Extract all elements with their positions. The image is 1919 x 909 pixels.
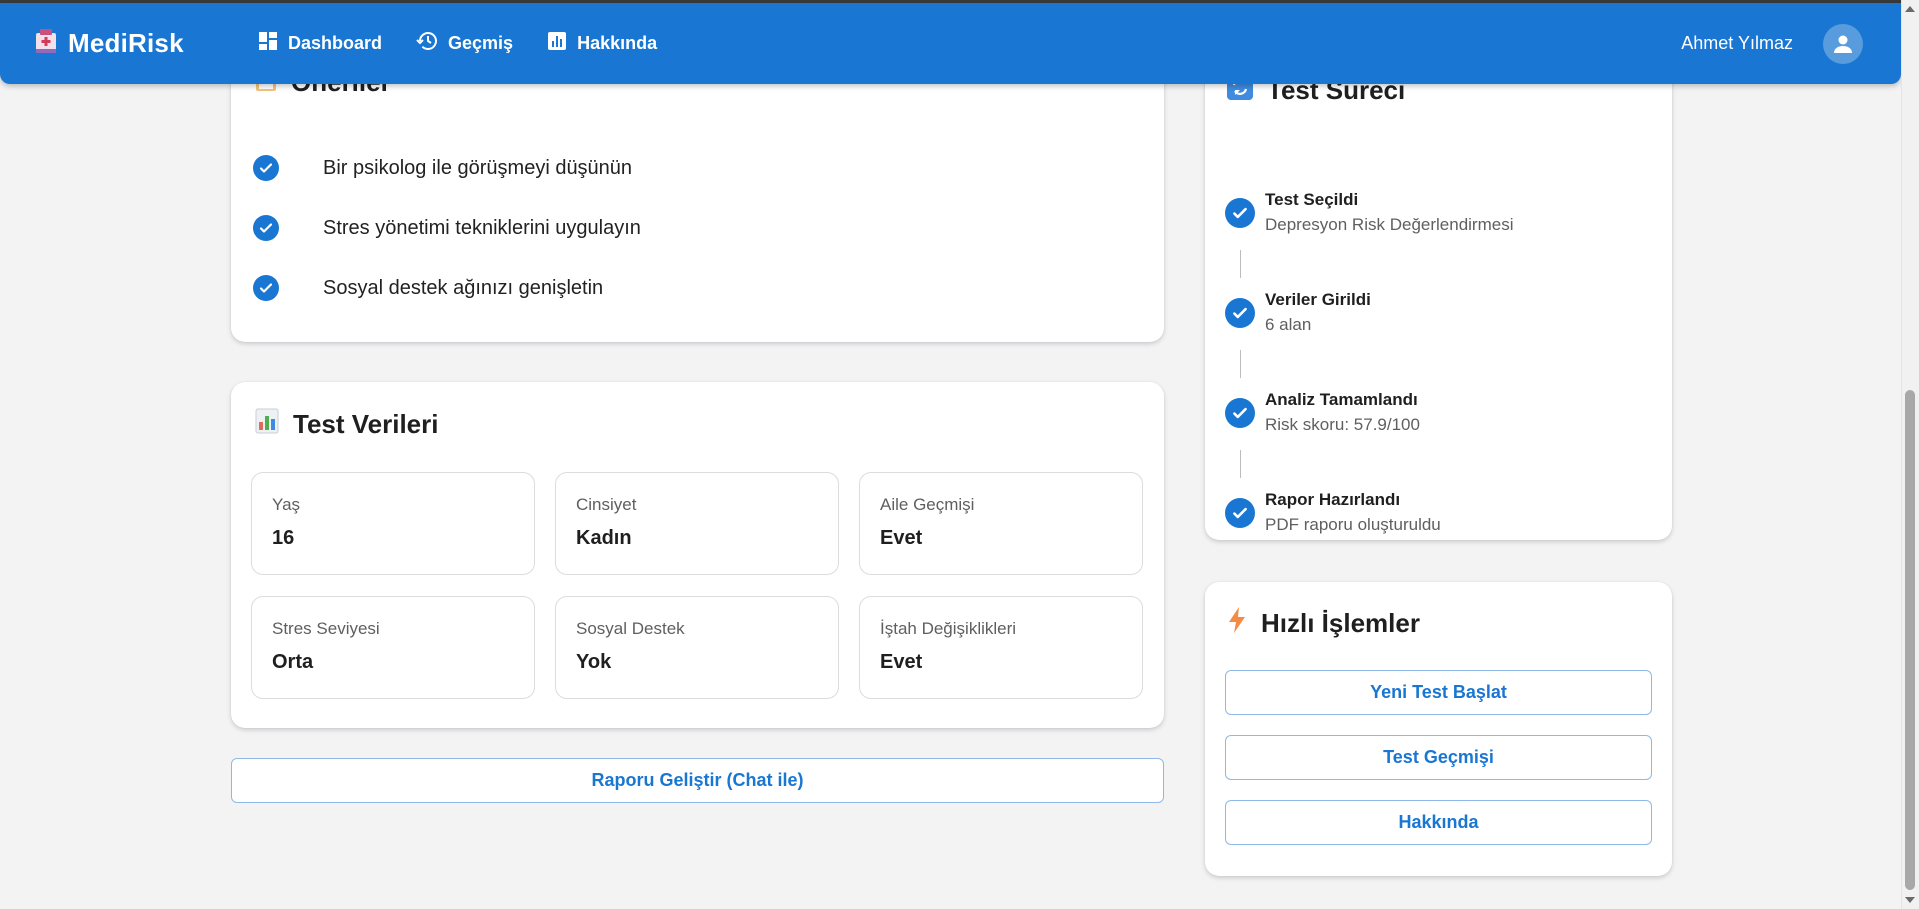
field-value: Evet — [880, 651, 923, 673]
test-history-button[interactable]: Test Geçmişi — [1225, 735, 1652, 780]
step-subtitle: PDF raporu oluşturuldu — [1265, 515, 1441, 534]
step-subtitle: Depresyon Risk Değerlendirmesi — [1265, 215, 1514, 234]
nav-label: Hakkında — [577, 33, 658, 53]
scroll-down-arrow-icon[interactable] — [1905, 897, 1915, 903]
lightning-icon — [1227, 606, 1247, 641]
app-bar: MediRisk Dashboard Geçmiş Hakkında Ahmet… — [0, 3, 1901, 84]
data-field-appetite-changes: İştah Değişiklikleri Evet — [859, 596, 1143, 699]
scroll-up-arrow-icon[interactable] — [1905, 6, 1915, 12]
step-connector — [1240, 350, 1241, 378]
nav-history[interactable]: Geçmiş — [416, 31, 513, 56]
check-circle-icon — [253, 215, 279, 241]
nav-label: Geçmiş — [448, 33, 514, 53]
test-data-grid: Yaş 16 Cinsiyet Kadın Aile Geçmişi Evet … — [251, 472, 1143, 699]
bar-chart-emoji-icon — [255, 408, 279, 441]
about-button[interactable]: Hakkında — [1225, 800, 1652, 845]
user-avatar-icon — [1834, 35, 1852, 53]
field-label: İştah Değişiklikleri — [880, 619, 1017, 638]
test-data-title-text: Test Verileri — [293, 409, 439, 439]
main-nav: Dashboard Geçmiş Hakkında — [258, 3, 691, 84]
history-icon — [416, 31, 438, 56]
quick-actions-card: Hızlı İşlemler Yeni Test Başlat Test Geç… — [1205, 582, 1672, 876]
suggestions-list: Bir psikolog ile görüşmeyi düşünün Stres… — [253, 138, 641, 318]
step-subtitle: 6 alan — [1265, 315, 1312, 334]
test-data-title: Test Verileri — [255, 408, 439, 441]
scrollbar-thumb[interactable] — [1905, 390, 1915, 890]
nav-label: Dashboard — [288, 33, 383, 53]
data-field-family-history: Aile Geçmişi Evet — [859, 472, 1143, 575]
field-label: Sosyal Destek — [576, 619, 685, 638]
bar-chart-icon — [547, 31, 567, 56]
field-value: Yok — [576, 651, 612, 673]
step-title: Rapor Hazırlandı — [1265, 490, 1401, 509]
check-circle-icon — [1225, 398, 1255, 428]
step-connector — [1240, 450, 1241, 478]
step-title: Veriler Girildi — [1265, 290, 1371, 309]
suggestions-card: Öneriler Bir psikolog ile görüşmeyi düşü… — [231, 40, 1164, 342]
field-value: Evet — [880, 527, 923, 549]
new-test-button[interactable]: Yeni Test Başlat — [1225, 670, 1652, 715]
data-field-stress-level: Stres Seviyesi Orta — [251, 596, 535, 699]
suggestion-text: Bir psikolog ile görüşmeyi düşünün — [323, 156, 633, 179]
field-label: Yaş — [272, 495, 301, 514]
data-field-social-support: Sosyal Destek Yok — [555, 596, 839, 699]
dashboard-icon — [258, 31, 278, 56]
suggestion-item: Stres yönetimi tekniklerini uygulayın — [253, 198, 641, 258]
quick-actions-title-text: Hızlı İşlemler — [1261, 608, 1420, 638]
check-circle-icon — [1225, 198, 1255, 228]
avatar[interactable] — [1823, 23, 1863, 64]
field-value: Kadın — [576, 527, 632, 549]
check-circle-icon — [1225, 498, 1255, 528]
suggestion-text: Sosyal destek ağınızı genişletin — [323, 276, 604, 299]
check-circle-icon — [1225, 298, 1255, 328]
brand[interactable]: MediRisk — [34, 3, 184, 84]
data-field-gender: Cinsiyet Kadın — [555, 472, 839, 575]
check-circle-icon — [253, 275, 279, 301]
field-value: 16 — [272, 527, 295, 549]
suggestion-item: Sosyal destek ağınızı genişletin — [253, 258, 641, 318]
step-subtitle: Risk skoru: 57.9/100 — [1265, 415, 1420, 434]
user-name: Ahmet Yılmaz — [1681, 33, 1793, 53]
step-connector — [1240, 250, 1241, 278]
step-title: Test Seçildi — [1265, 190, 1359, 209]
field-label: Aile Geçmişi — [880, 495, 975, 514]
test-data-card: Test Verileri Yaş 16 Cinsiyet Kadın Aile… — [231, 382, 1164, 728]
brand-title: MediRisk — [68, 28, 184, 58]
test-process-card: Test Süreci Test Seçildi Depresyon Risk … — [1205, 40, 1672, 540]
step-title: Analiz Tamamlandı — [1265, 390, 1418, 409]
improve-report-button[interactable]: Raporu Geliştir (Chat ile) — [231, 758, 1164, 803]
field-label: Stres Seviyesi — [272, 619, 380, 638]
user-area: Ahmet Yılmaz — [1681, 3, 1863, 84]
suggestion-item: Bir psikolog ile görüşmeyi düşünün — [253, 138, 641, 198]
nav-about[interactable]: Hakkında — [547, 31, 657, 56]
medical-logo-icon — [34, 27, 58, 60]
field-label: Cinsiyet — [576, 495, 637, 514]
nav-dashboard[interactable]: Dashboard — [258, 31, 382, 56]
suggestion-text: Stres yönetimi tekniklerini uygulayın — [323, 216, 641, 239]
field-value: Orta — [272, 651, 314, 673]
check-circle-icon — [253, 155, 279, 181]
data-field-age: Yaş 16 — [251, 472, 535, 575]
quick-actions-title: Hızlı İşlemler — [1227, 606, 1420, 641]
